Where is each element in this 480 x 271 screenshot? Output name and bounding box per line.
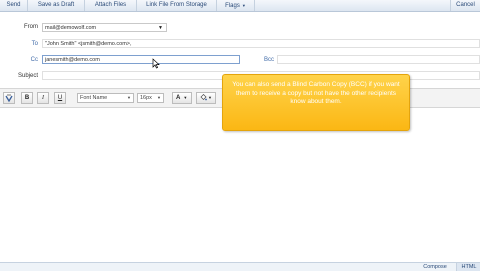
from-select[interactable]: mail@demowolf.com ▼ bbox=[42, 23, 167, 32]
save-draft-button[interactable]: Save as Draft bbox=[28, 0, 85, 11]
flags-button[interactable]: Flags ▼ bbox=[217, 0, 255, 11]
bcc-label[interactable]: Bcc bbox=[254, 55, 274, 65]
bcc-field[interactable] bbox=[277, 55, 480, 64]
from-value: mail@demowolf.com bbox=[45, 25, 97, 31]
font-name-select[interactable]: Font Name ▼ bbox=[77, 93, 134, 103]
cc-field[interactable]: janesmith@demo.com bbox=[42, 55, 240, 64]
chevron-down-icon: ▼ bbox=[241, 3, 246, 8]
underline-button[interactable]: U bbox=[54, 92, 66, 104]
to-label[interactable]: To bbox=[8, 39, 38, 49]
tooltip-text: You can also send a Blind Carbon Copy (B… bbox=[232, 81, 400, 105]
flags-label: Flags bbox=[225, 3, 240, 9]
to-field[interactable]: "John Smith" <jsmith@demo.com>, bbox=[42, 39, 480, 48]
mouse-cursor-icon bbox=[152, 58, 160, 69]
italic-button[interactable]: I bbox=[37, 92, 49, 104]
attach-files-button[interactable]: Attach Files bbox=[85, 0, 137, 11]
font-size-value: 16px bbox=[140, 95, 152, 101]
chevron-down-icon: ▼ bbox=[157, 95, 161, 100]
cc-label[interactable]: Cc bbox=[8, 55, 38, 65]
chevron-down-icon: ▼ bbox=[158, 25, 163, 31]
paint-bucket-icon bbox=[200, 94, 207, 101]
font-name-value: Font Name bbox=[80, 95, 108, 101]
from-label: From bbox=[24, 24, 38, 30]
chevron-down-icon: ▼ bbox=[208, 95, 212, 100]
compose-toolbar: Send Save as Draft Attach Files Link Fil… bbox=[0, 0, 480, 12]
link-file-button[interactable]: Link File From Storage bbox=[137, 0, 217, 11]
spellcheck-button[interactable] bbox=[3, 92, 15, 104]
spellcheck-icon bbox=[5, 94, 13, 103]
highlight-color-button[interactable]: ▼ bbox=[196, 92, 216, 104]
cc-value: janesmith@demo.com bbox=[45, 57, 100, 63]
cancel-button[interactable]: Cancel bbox=[450, 0, 480, 11]
bold-button[interactable]: B bbox=[21, 92, 33, 104]
chevron-down-icon: ▼ bbox=[183, 95, 188, 100]
subject-label: Subject bbox=[17, 73, 38, 79]
send-button[interactable]: Send bbox=[0, 0, 28, 11]
text-color-icon: A bbox=[176, 95, 181, 101]
chevron-down-icon: ▼ bbox=[127, 95, 131, 100]
text-color-button[interactable]: A ▼ bbox=[172, 92, 192, 104]
bcc-tooltip: You can also send a Blind Carbon Copy (B… bbox=[222, 74, 410, 131]
font-size-select[interactable]: 16px ▼ bbox=[137, 93, 164, 103]
